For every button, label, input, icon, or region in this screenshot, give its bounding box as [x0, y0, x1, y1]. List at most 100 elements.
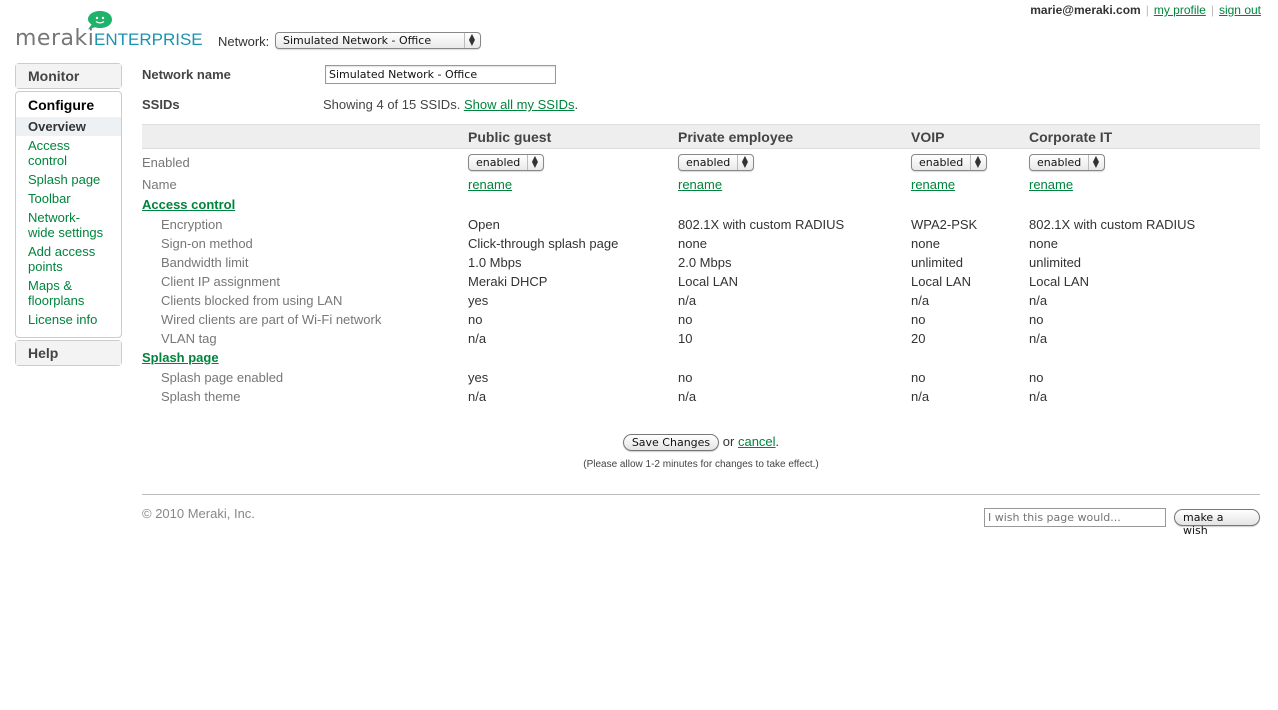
cancel-link[interactable]: cancel [738, 434, 776, 449]
sidebar-item-network-wide-settings[interactable]: Network-wide settings [16, 210, 116, 240]
wish-input[interactable] [984, 508, 1166, 527]
sidebar-item-splash-page[interactable]: Splash page [16, 172, 121, 187]
name-cell: rename [911, 175, 1029, 195]
sidebar-item-maps-floorplans[interactable]: Maps & floorplans [16, 278, 96, 308]
or-text: or [722, 434, 735, 449]
table-cell: 1.0 Mbps [468, 254, 522, 270]
ssids-info: Showing 4 of 15 SSIDs. Show all my SSIDs… [323, 97, 579, 112]
table-cell: WPA2-PSK [911, 216, 978, 232]
section-cell: Access control [142, 195, 1260, 215]
select-value: enabled [1037, 156, 1082, 170]
sidebar-configure-label[interactable]: Configure [16, 92, 121, 117]
rename-link[interactable]: rename [468, 177, 512, 192]
make-a-wish-button[interactable]: make a wish [1174, 509, 1260, 537]
sidebar-help-label: Help [16, 341, 121, 365]
section-splash-page: Splash page [142, 348, 1260, 368]
divider: | [1210, 3, 1214, 17]
ssids-label: SSIDs [142, 97, 180, 112]
header-blank [142, 124, 468, 149]
row-label: Encryption [161, 216, 223, 232]
table-cell: Local LAN [678, 273, 738, 289]
table-cell: n/a [911, 292, 930, 308]
name-cell: rename [1029, 175, 1260, 195]
save-area: Save Changes or cancel. [142, 434, 1260, 451]
sidebar-item-overview[interactable]: Overview [16, 117, 121, 136]
table-cell: n/a [1029, 388, 1048, 404]
section-link-splash-page[interactable]: Splash page [142, 350, 219, 365]
section-cell: Splash page [142, 348, 1260, 368]
sidebar-item-toolbar[interactable]: Toolbar [16, 191, 121, 206]
enabled-select[interactable]: enabled ▲ ▼ [468, 154, 544, 172]
network-select[interactable]: Simulated Network - Office ▲ ▼ [275, 32, 481, 49]
table-row: Splash theme n/a n/a n/a n/a [142, 387, 1260, 406]
table-cell: n/a [468, 330, 487, 346]
table-cell: 802.1X with custom RADIUS [678, 216, 845, 232]
brand-name: meraki [15, 26, 95, 51]
table-cell: n/a [468, 388, 487, 404]
brand-product: ENTERPRISE [94, 30, 203, 49]
section-link-access-control[interactable]: Access control [142, 197, 235, 212]
ssid-table-header: Public guest Private employee VOIP Corpo… [142, 124, 1260, 149]
enabled-cell: enabled ▲ ▼ [911, 149, 1029, 175]
sidebar-monitor[interactable]: Monitor [15, 63, 122, 89]
table-cell: Local LAN [911, 273, 971, 289]
table-row: Bandwidth limit 1.0 Mbps 2.0 Mbps unlimited… [142, 253, 1260, 272]
table-cell: no [911, 369, 926, 385]
row-label: Splash page enabled [161, 369, 284, 385]
network-label: Network: [218, 34, 270, 49]
select-value: enabled [919, 156, 964, 170]
table-cell: Local LAN [1029, 273, 1089, 289]
show-all-ssids-link[interactable]: Show all my SSIDs [464, 97, 575, 112]
copyright: © 2010 Meraki, Inc. [142, 506, 255, 521]
name-row: Name rename rename rename rename [142, 175, 1260, 195]
select-arrows-icon: ▲ ▼ [526, 154, 538, 171]
enabled-cell: enabled ▲ ▼ [678, 149, 911, 175]
enabled-select[interactable]: enabled ▲ ▼ [911, 154, 987, 172]
table-cell: n/a [1029, 292, 1048, 308]
table-row: Client IP assignment Meraki DHCP Local LAN… [142, 272, 1260, 291]
table-row: Encryption Open 802.1X with custom RADIUS W… [142, 215, 1260, 234]
sidebar-help[interactable]: Help [15, 340, 122, 366]
table-cell: none [911, 235, 940, 251]
user-email: marie@meraki.com [1030, 3, 1141, 17]
my-profile-link[interactable]: my profile [1154, 3, 1206, 17]
sidebar-item-license-info[interactable]: License info [16, 312, 121, 327]
table-cell: Open [468, 216, 500, 232]
divider: | [1145, 3, 1149, 17]
table-cell: 20 [911, 330, 926, 346]
table-cell: Click-through splash page [468, 235, 619, 251]
table-cell: n/a [678, 388, 697, 404]
enabled-select[interactable]: enabled ▲ ▼ [1029, 154, 1105, 172]
table-cell: unlimited [1029, 254, 1082, 270]
name-cell: rename [678, 175, 911, 195]
row-label: Wired clients are part of Wi-Fi network [161, 311, 382, 327]
enabled-cell: enabled ▲ ▼ [1029, 149, 1260, 175]
column-header: VOIP [911, 124, 1029, 149]
table-cell: n/a [1029, 330, 1048, 346]
sidebar-item-access-control[interactable]: Access control [16, 138, 96, 168]
name-cell: rename [468, 175, 678, 195]
rename-link[interactable]: rename [1029, 177, 1073, 192]
sidebar-item-add-access-points[interactable]: Add access points [16, 244, 116, 274]
table-row: Sign-on method Click-through splash page n… [142, 234, 1260, 253]
row-label: Bandwidth limit [161, 254, 249, 270]
sign-out-link[interactable]: sign out [1219, 3, 1261, 17]
column-header: Public guest [468, 124, 678, 149]
table-cell: Meraki DHCP [468, 273, 548, 289]
row-label: Client IP assignment [161, 273, 280, 289]
row-label: Enabled [142, 155, 190, 171]
select-value: enabled [686, 156, 731, 170]
enabled-cell: enabled ▲ ▼ [468, 149, 678, 175]
column-header: Corporate IT [1029, 124, 1260, 149]
rename-link[interactable]: rename [911, 177, 955, 192]
sidebar-monitor-label: Monitor [16, 64, 121, 88]
row-label: Splash theme [161, 388, 241, 404]
table-cell: yes [468, 369, 489, 385]
user-nav: marie@meraki.com | my profile | sign out [1030, 3, 1261, 17]
save-changes-button[interactable]: Save Changes [622, 434, 720, 451]
table-cell: no [1029, 311, 1044, 327]
rename-link[interactable]: rename [678, 177, 722, 192]
save-note: (Please allow 1-2 minutes for changes to… [583, 459, 819, 470]
enabled-select[interactable]: enabled ▲ ▼ [678, 154, 754, 172]
network-name-input[interactable] [325, 65, 556, 84]
